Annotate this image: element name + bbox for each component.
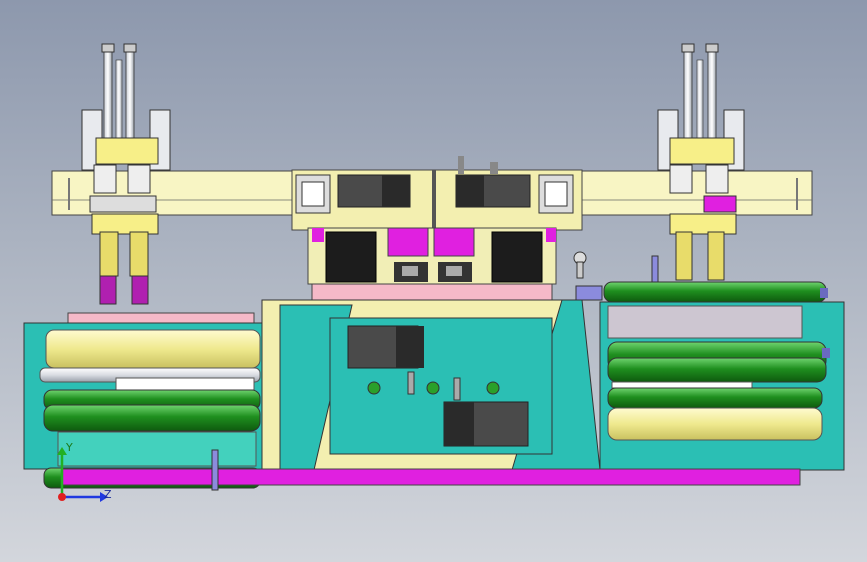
triad-y-label: Y — [66, 441, 73, 454]
left-stepper-motor — [325, 231, 377, 283]
assembly-drawing — [23, 43, 845, 502]
triad-z-label: Z — [104, 488, 112, 501]
cad-viewport[interactable]: Y Z — [0, 0, 867, 562]
center-gear-box[interactable] — [261, 299, 601, 473]
right-stepper-motor — [491, 231, 543, 283]
right-roller-stack[interactable] — [575, 281, 845, 471]
center-drive-unit[interactable] — [291, 156, 583, 305]
